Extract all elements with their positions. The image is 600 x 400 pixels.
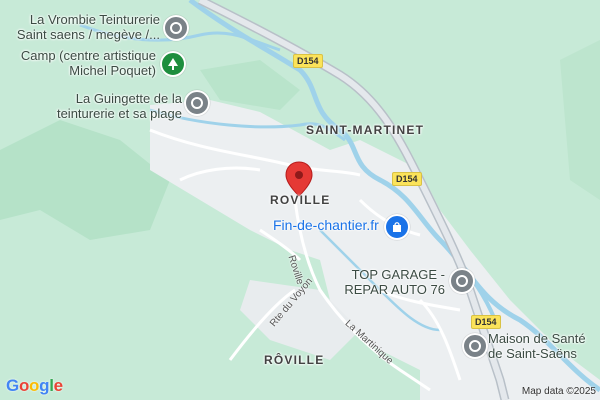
poi-name-line1: La Guingette de la — [75, 91, 182, 106]
location-marker-dot — [295, 171, 303, 179]
place-icon — [191, 97, 203, 109]
poi-label-guinguette[interactable]: La Guingette de la teinturerie et sa pla… — [30, 91, 182, 121]
poi-name-line2: REPAR AUTO 76 — [344, 282, 445, 297]
logo-letter: o — [29, 376, 40, 395]
google-logo[interactable]: Google — [6, 376, 63, 396]
logo-letter: e — [53, 376, 63, 395]
poi-name-line1: TOP GARAGE - — [351, 267, 445, 282]
logo-letter: o — [18, 376, 30, 395]
poi-name-line1: Camp (centre artistique — [20, 48, 156, 63]
poi-marker-maison-sante[interactable] — [462, 333, 488, 359]
place-label-roville-accent: RÔVILLE — [264, 353, 325, 367]
poi-name-line1: Maison de Santé — [488, 331, 586, 346]
poi-label-fin-de-chantier[interactable]: Fin-de-chantier.fr — [273, 218, 379, 233]
poi-label-camp[interactable]: Camp (centre artistique Michel Poquet) — [8, 48, 156, 78]
poi-label-vrombie[interactable]: La Vrombie Teinturerie Saint saens / meg… — [10, 12, 160, 42]
poi-marker-fin-de-chantier[interactable] — [384, 214, 410, 240]
map-attribution[interactable]: Map data ©2025 — [522, 386, 596, 397]
poi-name-line1: La Vrombie Teinturerie — [29, 12, 160, 27]
poi-marker-camp[interactable] — [160, 51, 186, 77]
place-label-roville: ROVILLE — [270, 193, 331, 207]
road-shield-d154: D154 — [471, 315, 501, 329]
tree-icon — [168, 58, 178, 70]
shopping-bag-icon — [393, 222, 401, 232]
place-icon — [170, 22, 182, 34]
poi-marker-top-garage[interactable] — [449, 268, 475, 294]
poi-name-line2: Michel Poquet) — [69, 63, 156, 78]
place-label-saint-martinet: SAINT-MARTINET — [306, 123, 425, 137]
logo-letter: g — [39, 376, 50, 395]
poi-name-line2: teinturerie et sa plage — [56, 106, 182, 121]
poi-label-top-garage[interactable]: TOP GARAGE - REPAR AUTO 76 — [330, 267, 445, 297]
logo-letter: G — [6, 376, 19, 395]
road-shield-d154: D154 — [392, 172, 422, 186]
road-shield-d154: D154 — [293, 54, 323, 68]
place-icon — [456, 275, 468, 287]
poi-name-line2: de Saint-Saëns — [488, 346, 577, 361]
poi-label-maison-sante[interactable]: Maison de Santé de Saint-Saëns — [488, 331, 586, 361]
poi-name-line2: Saint saens / megève /... — [16, 27, 160, 42]
poi-marker-guinguette[interactable] — [184, 90, 210, 116]
poi-marker-vrombie[interactable] — [163, 15, 189, 41]
place-icon — [469, 340, 481, 352]
